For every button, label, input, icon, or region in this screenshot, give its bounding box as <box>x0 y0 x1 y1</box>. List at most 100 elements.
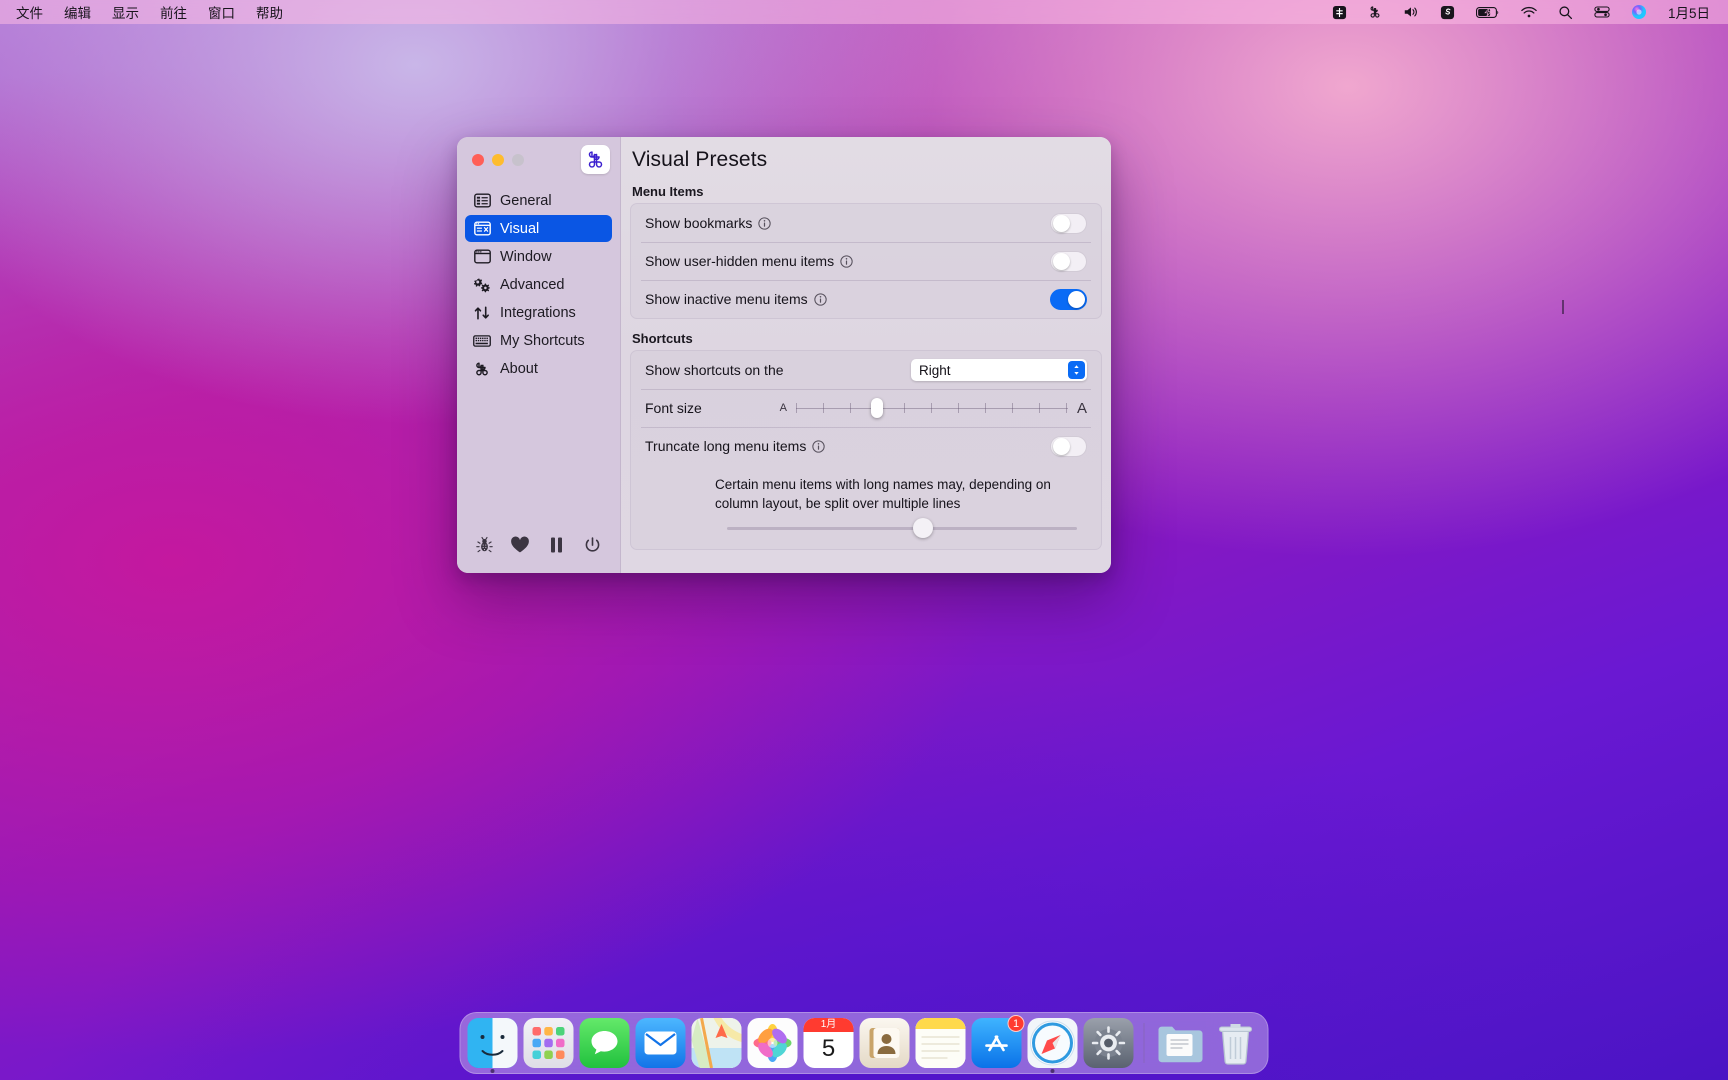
row-label: Show user-hidden menu items <box>645 253 853 269</box>
dock-messages[interactable] <box>579 1018 630 1068</box>
trash-icon <box>1211 1018 1261 1068</box>
dock-notes[interactable] <box>915 1018 966 1068</box>
font-size-min-label: A <box>779 402 787 414</box>
menu-help[interactable]: 帮助 <box>256 2 283 22</box>
dock-finder[interactable] <box>467 1018 518 1073</box>
show-bookmarks-toggle[interactable] <box>1050 212 1087 234</box>
shortcuts-side-select[interactable]: Right <box>911 359 1087 381</box>
truncate-width-slider[interactable] <box>645 515 1087 541</box>
row-label-text: Show shortcuts on the <box>645 362 784 378</box>
sidebar-item-visual[interactable]: Visual <box>465 215 612 242</box>
font-size-slider[interactable] <box>795 398 1068 418</box>
section-heading-shortcuts: Shortcuts <box>632 331 693 346</box>
show-inactive-toggle[interactable] <box>1050 288 1087 310</box>
sidebar-item-about[interactable]: About <box>465 355 612 382</box>
dock-photos[interactable] <box>747 1018 798 1068</box>
show-user-hidden-toggle[interactable] <box>1050 250 1087 272</box>
calendar-icon: 1月 5 <box>803 1018 854 1068</box>
info-icon[interactable] <box>813 292 827 306</box>
battery-charging-icon[interactable] <box>1475 6 1500 19</box>
minimize-button[interactable] <box>492 154 504 166</box>
row-label: Show inactive menu items <box>645 291 827 307</box>
dock-downloads[interactable] <box>1155 1018 1205 1068</box>
dock-trash[interactable] <box>1211 1018 1261 1068</box>
dock-contacts[interactable] <box>859 1018 910 1068</box>
menu-view[interactable]: 显示 <box>112 2 139 22</box>
font-size-max-label: A <box>1076 399 1087 417</box>
slider-tick <box>1065 403 1068 413</box>
dock-safari[interactable] <box>1027 1018 1078 1073</box>
info-icon[interactable] <box>840 254 853 268</box>
window-titlebar[interactable] <box>457 137 620 183</box>
row-show-inactive: Show inactive menu items <box>631 280 1101 318</box>
siri-icon[interactable] <box>1631 4 1647 20</box>
dock-mail[interactable] <box>635 1018 686 1068</box>
menu-go[interactable]: 前往 <box>160 2 187 22</box>
row-label: Show shortcuts on the <box>645 362 784 378</box>
messages-icon <box>579 1018 630 1068</box>
slider-tick <box>795 403 798 413</box>
sidebar-item-label: About <box>500 360 538 377</box>
slider-thumb[interactable] <box>913 518 933 539</box>
shortcuts-card: Show shortcuts on the Right Font size A <box>630 350 1102 551</box>
search-spotlight-icon[interactable] <box>1558 5 1573 20</box>
quit-button[interactable] <box>580 532 606 558</box>
running-indicator <box>1050 1069 1055 1073</box>
slider-thumb[interactable] <box>870 398 883 418</box>
sidebar-item-integrations[interactable]: Integrations <box>465 299 612 326</box>
traffic-light-buttons <box>472 154 524 166</box>
menu-window[interactable]: 窗口 <box>208 2 235 22</box>
sidebar-item-label: Integrations <box>500 304 576 321</box>
slider-tick <box>930 403 933 413</box>
arrows-exchange-icon <box>473 304 491 322</box>
chevron-updown-icon[interactable] <box>1068 361 1085 379</box>
command-menubar-icon[interactable] <box>1368 5 1382 19</box>
maps-icon <box>691 1018 742 1068</box>
toggle-knob <box>1052 215 1070 232</box>
info-icon[interactable] <box>812 439 826 453</box>
appstore-badge: 1 <box>1007 1015 1025 1032</box>
snipaste-icon[interactable] <box>1440 5 1455 20</box>
sidebar-item-advanced[interactable]: Advanced <box>465 271 612 298</box>
sidebar-item-my-shortcuts[interactable]: My Shortcuts <box>465 327 612 354</box>
row-show-bookmarks: Show bookmarks <box>631 204 1101 242</box>
slider-track <box>727 527 1077 531</box>
text-cursor <box>1562 300 1564 314</box>
truncate-long-items-toggle[interactable] <box>1050 435 1087 457</box>
row-label-text: Show bookmarks <box>645 215 753 231</box>
sidebar-item-label: Advanced <box>500 276 565 293</box>
photos-icon <box>747 1018 798 1068</box>
slider-tick <box>984 403 987 413</box>
pause-button[interactable] <box>544 532 570 558</box>
control-center-icon[interactable] <box>1594 5 1610 19</box>
menu-bar-date[interactable]: 1月5日 <box>1668 2 1710 22</box>
dock-calendar[interactable]: 1月 5 <box>803 1018 854 1068</box>
row-shortcuts-side: Show shortcuts on the Right <box>631 351 1101 389</box>
slider-tick <box>1038 403 1041 413</box>
calendar-day: 5 <box>821 1035 836 1062</box>
input-source-chinese-icon[interactable] <box>1332 5 1347 20</box>
info-icon[interactable] <box>758 216 772 230</box>
favorite-button[interactable] <box>507 532 533 558</box>
close-button[interactable] <box>472 154 484 166</box>
select-value: Right <box>919 362 951 378</box>
sidebar-item-window[interactable]: Window <box>465 243 612 270</box>
window-icon <box>473 248 491 266</box>
menu-edit[interactable]: 编辑 <box>64 2 91 22</box>
zoom-button[interactable] <box>512 154 524 166</box>
page-title: Visual Presets <box>632 148 768 171</box>
menu-file[interactable]: 文件 <box>16 2 43 22</box>
gears-icon <box>473 276 491 294</box>
truncate-note: Certain menu items with long names may, … <box>715 477 1051 512</box>
wifi-icon[interactable] <box>1521 6 1537 19</box>
slider-tick <box>957 403 960 413</box>
bug-report-button[interactable] <box>471 532 497 558</box>
dock-system-preferences[interactable] <box>1083 1018 1134 1068</box>
command-icon <box>473 360 491 378</box>
dock-maps[interactable] <box>691 1018 742 1068</box>
dock-appstore[interactable]: 1 <box>971 1015 1025 1068</box>
sidebar-item-general[interactable]: General <box>465 187 612 214</box>
list-panel-icon <box>473 192 491 210</box>
volume-icon[interactable] <box>1403 5 1419 19</box>
dock-launchpad[interactable] <box>523 1018 574 1068</box>
